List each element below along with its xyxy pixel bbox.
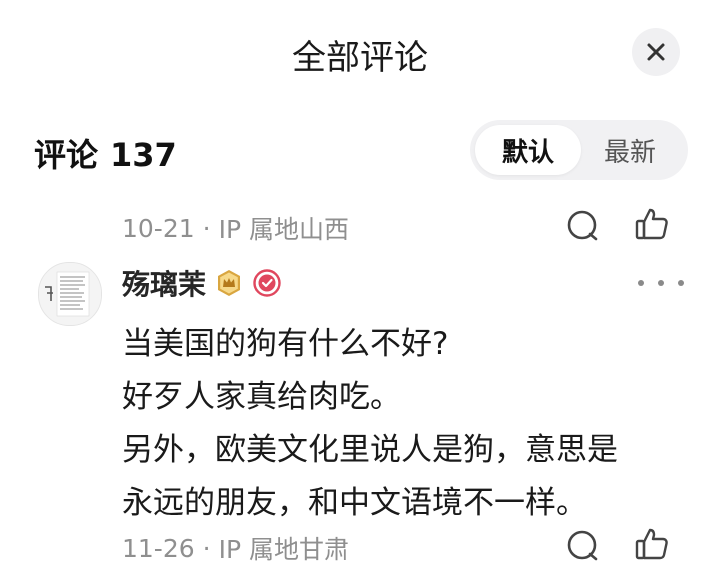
username[interactable]: 殇璃茉 xyxy=(122,263,206,303)
thumbs-up-icon xyxy=(635,528,668,560)
like-button[interactable] xyxy=(634,526,670,562)
sort-default-button[interactable]: 默认 xyxy=(475,125,581,175)
comments-sheet: 全部评论 评论 137 默认 最新 10-21 · IP 属地山西 殇璃茉 当美… xyxy=(0,0,720,579)
meta-separator: · xyxy=(202,533,211,563)
comment-line: 当美国的狗有什么不好? xyxy=(122,326,449,362)
comment-bubble-icon xyxy=(567,530,598,561)
comments-label: 评论 xyxy=(34,136,99,174)
sort-toggle: 默认 最新 xyxy=(470,120,688,180)
comment-date: 10-21 xyxy=(122,213,195,243)
comment-text: 当美国的狗有什么不好? 好歹人家真给肉吃。 另外，欧美文化里说人是狗，意思是 永… xyxy=(122,318,702,530)
comment-line: 永远的朋友，和中文语境不一样。 xyxy=(122,485,587,521)
comments-count: 137 xyxy=(110,136,177,174)
comments-count-heading: 评论 137 xyxy=(34,130,177,176)
comment-ip-location: IP 属地甘肃 xyxy=(218,535,350,564)
more-horizontal-icon xyxy=(638,280,644,286)
close-button[interactable] xyxy=(632,28,680,76)
sort-latest-button[interactable]: 最新 xyxy=(577,125,683,175)
comment-ip-location: IP 属地山西 xyxy=(218,215,350,244)
verified-check-icon xyxy=(253,269,281,297)
comment-meta: 11-26 · IP 属地甘肃 xyxy=(122,530,349,566)
previous-comment-meta: 10-21 · IP 属地山西 xyxy=(122,210,349,246)
comment-line: 另外，欧美文化里说人是狗，意思是 xyxy=(122,432,618,468)
crown-badge-icon xyxy=(218,270,241,296)
avatar-image xyxy=(39,263,101,325)
meta-separator: · xyxy=(202,213,211,243)
comment-author-row: 殇璃茉 xyxy=(122,263,282,303)
reply-button[interactable] xyxy=(565,528,601,564)
like-button[interactable] xyxy=(634,206,670,242)
thumbs-up-icon xyxy=(635,208,668,240)
more-options-button[interactable] xyxy=(638,270,684,296)
comment-bubble-icon xyxy=(567,210,598,241)
comment-line: 好歹人家真给肉吃。 xyxy=(122,379,401,415)
sheet-title: 全部评论 xyxy=(292,38,428,78)
avatar[interactable] xyxy=(38,262,102,326)
reply-button[interactable] xyxy=(565,208,601,244)
comment-date: 11-26 xyxy=(122,533,195,563)
close-icon xyxy=(647,43,665,61)
